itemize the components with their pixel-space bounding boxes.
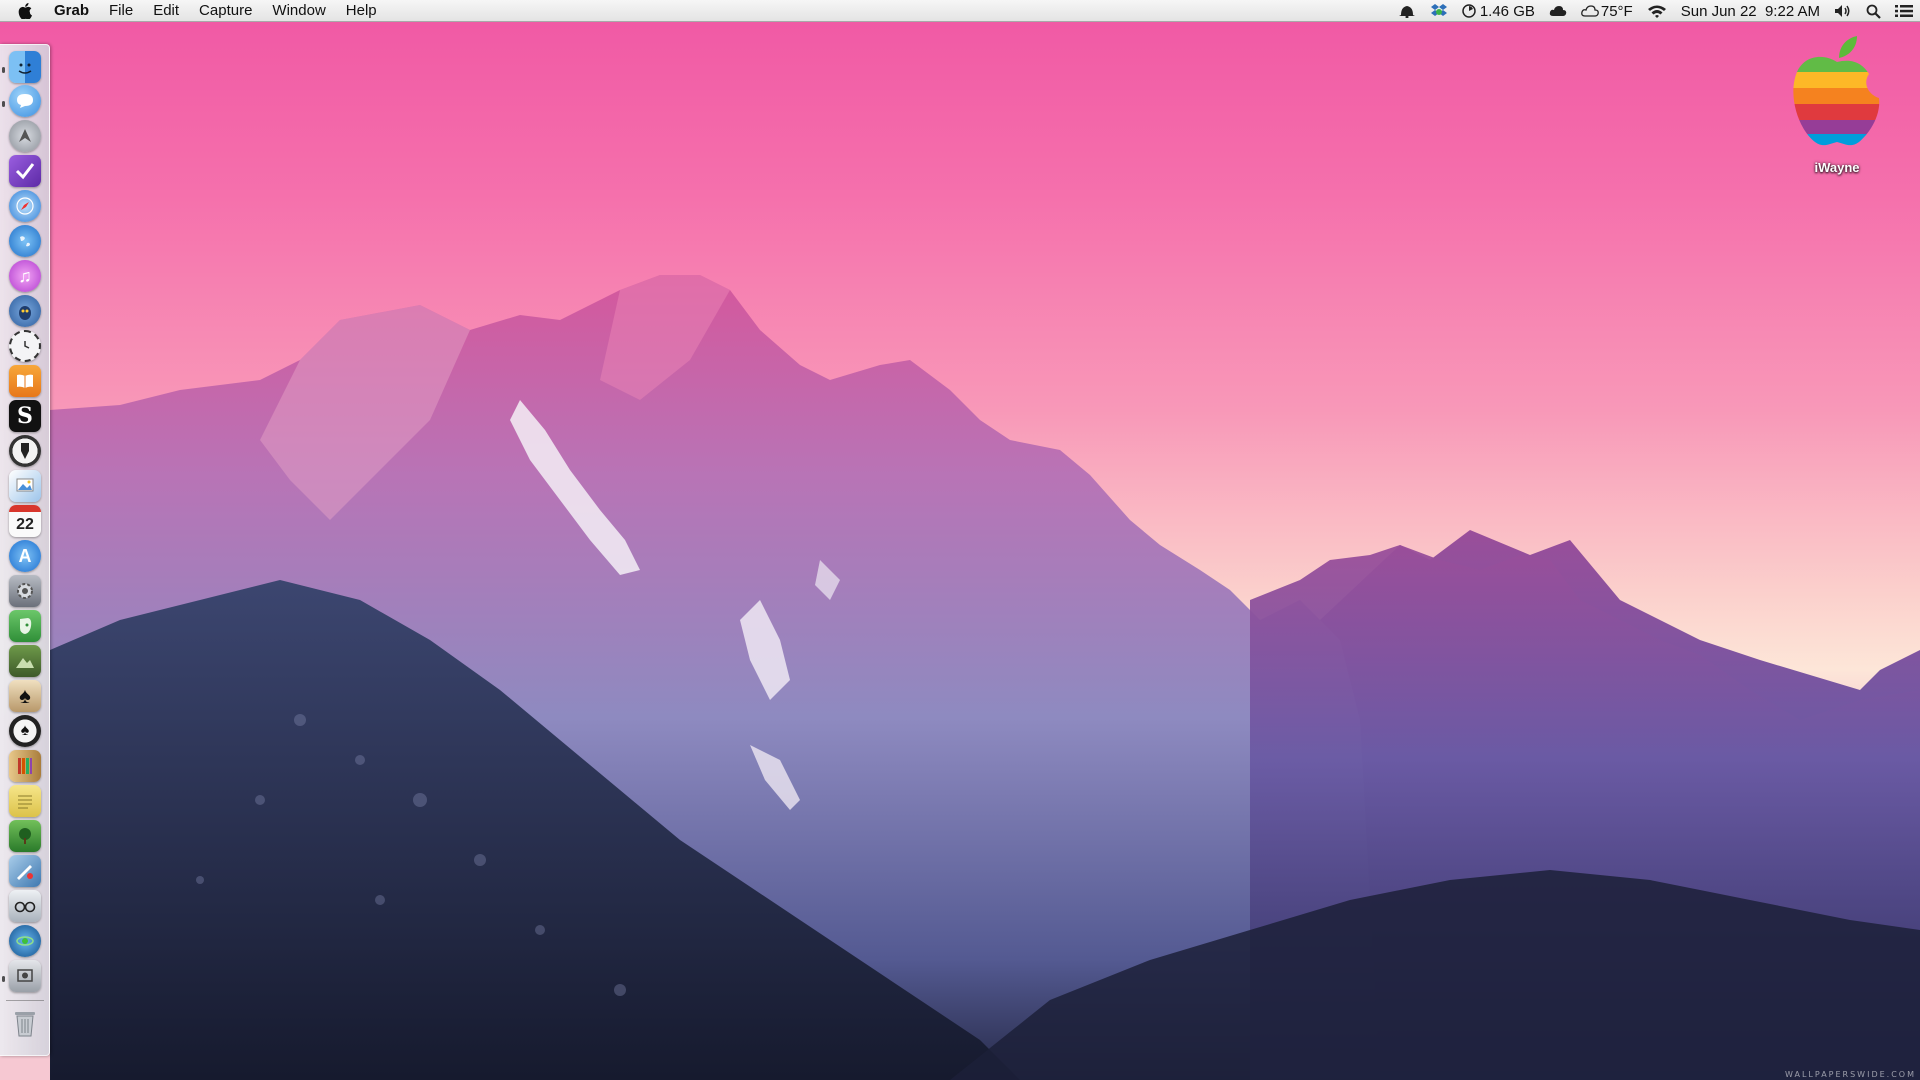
messages-icon[interactable] (9, 85, 41, 117)
cloud-icon (1549, 6, 1567, 16)
apple-menu[interactable] (0, 0, 50, 22)
desktop[interactable] (0, 0, 1920, 1080)
bell-icon (1398, 6, 1415, 18)
weather-cloud-icon (1581, 5, 1599, 17)
memory-gauge-icon (1462, 4, 1476, 18)
trash-icon[interactable] (9, 1007, 41, 1039)
running-indicator (2, 67, 5, 73)
omnifocus-icon[interactable] (9, 155, 41, 187)
desktop-drive-icon[interactable]: iWayne (1782, 34, 1892, 194)
tweetbot-icon[interactable] (9, 295, 41, 327)
bookshelf-icon[interactable] (9, 750, 41, 782)
clock-status[interactable]: Sun Jun 22 9:22 AM (1674, 0, 1827, 22)
wifi-icon (1647, 5, 1666, 18)
photo-app-icon[interactable] (9, 645, 41, 677)
spotlight-status[interactable] (1859, 0, 1888, 22)
weather-text: 75°F (1600, 2, 1633, 20)
notification-bell-status[interactable] (1391, 0, 1423, 22)
datetime-text: Sun Jun 22 9:22 AM (1680, 2, 1820, 20)
notes-icon[interactable] (9, 785, 41, 817)
menu-window[interactable]: Window (262, 0, 335, 22)
finder-icon[interactable] (9, 51, 41, 83)
network-globe-icon[interactable] (9, 925, 41, 957)
wallpaper-mountains (50, 275, 1920, 1080)
apple-icon (18, 2, 32, 19)
reading-glasses-icon[interactable] (9, 890, 41, 922)
dropbox-icon (1430, 4, 1447, 16)
globe-icon[interactable] (9, 225, 41, 257)
launchpad-icon[interactable] (9, 120, 41, 152)
grab-icon[interactable] (9, 960, 41, 992)
evernote-icon[interactable] (9, 610, 41, 642)
dock-separator (6, 1000, 44, 1001)
volume-icon (1835, 5, 1850, 17)
pixelmator-icon[interactable] (9, 855, 41, 887)
spades-icon[interactable]: ♠ (9, 680, 41, 712)
notification-center-icon (1895, 5, 1913, 17)
wifi-status[interactable] (1640, 0, 1674, 22)
calendar-icon[interactable]: 22 (9, 505, 41, 537)
memory-status[interactable]: 1.46 GB (1455, 0, 1542, 22)
cloud-status[interactable] (1542, 0, 1574, 22)
running-indicator (2, 101, 5, 107)
calendar-day: 22 (16, 516, 34, 533)
menu-bar-status-area: 1.46 GB 75°F Sun Jun 22 9:22 AM (1391, 0, 1920, 22)
pocket-tree-icon[interactable] (9, 820, 41, 852)
system-preferences-icon[interactable] (9, 575, 41, 607)
app-store-icon[interactable]: A (9, 540, 41, 572)
clock-icon[interactable] (9, 330, 41, 362)
spade-badge-icon[interactable]: ♠ (9, 715, 41, 747)
menu-bar-left: Grab File Edit Capture Window Help (0, 0, 387, 22)
volume-status[interactable] (1827, 0, 1859, 22)
scrivener-icon[interactable]: S (9, 400, 41, 432)
menu-bar: Grab File Edit Capture Window Help 1.46 … (0, 0, 1920, 22)
running-indicator (2, 976, 5, 982)
wallpaper-watermark: WALLPAPERSWIDE.COM (1785, 1070, 1916, 1079)
itunes-icon[interactable]: ♫ (9, 260, 41, 292)
dropbox-status[interactable] (1423, 0, 1455, 22)
memory-text: 1.46 GB (1479, 2, 1535, 20)
notification-center-status[interactable] (1888, 0, 1920, 22)
menu-file[interactable]: File (99, 0, 143, 22)
weather-status[interactable]: 75°F (1574, 0, 1640, 22)
menu-help[interactable]: Help (336, 0, 387, 22)
menu-app-name[interactable]: Grab (50, 0, 99, 22)
dock: ♫ S 22 A ♠ ♠ (0, 44, 50, 1056)
rainbow-apple-icon (1793, 36, 1880, 146)
preview-icon[interactable] (9, 470, 41, 502)
ibooks-icon[interactable] (9, 365, 41, 397)
spotlight-search-icon (1866, 4, 1881, 19)
safari-icon[interactable] (9, 190, 41, 222)
pen-tool-icon[interactable] (9, 435, 41, 467)
menu-capture[interactable]: Capture (189, 0, 262, 22)
desktop-icon-label: iWayne (1814, 160, 1860, 175)
menu-edit[interactable]: Edit (143, 0, 189, 22)
